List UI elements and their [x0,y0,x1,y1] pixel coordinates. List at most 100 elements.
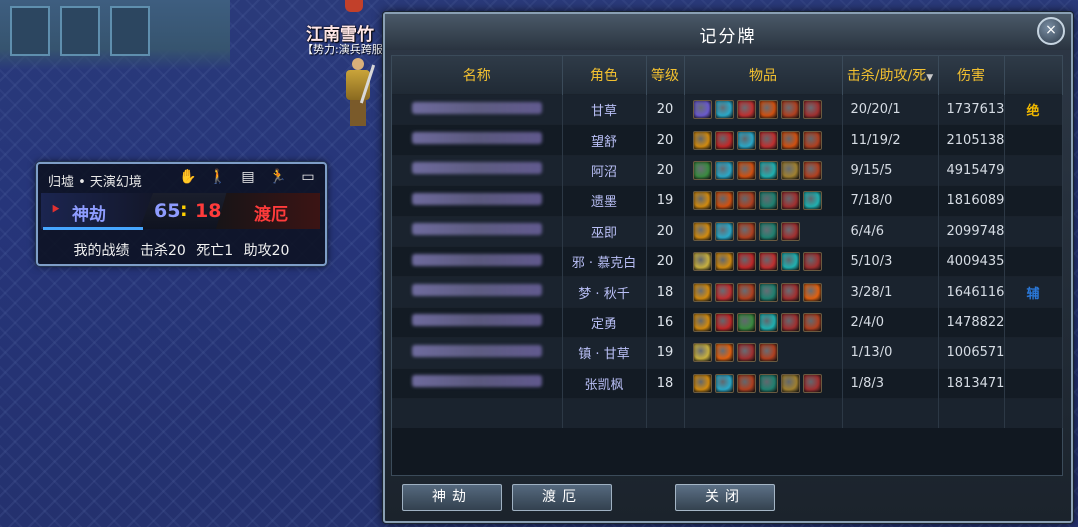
item-icon[interactable] [692,373,712,393]
item-icon[interactable] [802,160,822,180]
table-row[interactable]: 梦 · 秋千 18 3/28/1 1646116 辅 [392,276,1063,308]
role-mark-badge [1004,215,1063,247]
hand-icon[interactable]: ✋ [179,169,197,185]
item-icon[interactable] [758,130,778,150]
table-row[interactable] [392,397,1063,429]
table-row[interactable]: 巫即 20 6/4/6 2099748 [392,215,1063,247]
header-role[interactable]: 角色 [562,56,647,95]
item-icon[interactable] [736,130,756,150]
damage-cell: 2099748 [938,215,1005,247]
item-icon[interactable] [780,373,800,393]
item-icon[interactable] [780,191,800,211]
header-level[interactable]: 等级 [646,56,685,95]
table-row[interactable]: 阿沼 20 9/15/5 4915479 [392,154,1063,186]
item-icon[interactable] [714,221,734,241]
item-icon[interactable] [758,282,778,302]
table-row[interactable]: 定勇 16 2/4/0 1478822 [392,306,1063,338]
items-cell [684,337,843,369]
item-icon[interactable] [714,282,734,302]
item-icon[interactable] [692,130,712,150]
item-icon[interactable] [714,343,734,363]
table-row[interactable]: 甘草 20 20/20/1 1737613 绝 [392,93,1063,125]
header-damage[interactable]: 伤害 [938,56,1005,95]
player-name-cell [392,93,563,125]
item-icon[interactable] [736,282,756,302]
item-icon[interactable] [758,160,778,180]
item-icon[interactable] [714,130,734,150]
item-icon[interactable] [802,100,822,120]
item-icon[interactable] [736,100,756,120]
item-icon[interactable] [758,252,778,272]
item-icon[interactable] [692,160,712,180]
item-icon[interactable] [736,221,756,241]
item-icon[interactable] [758,100,778,120]
item-icon[interactable] [692,221,712,241]
item-icon[interactable] [714,373,734,393]
table-row[interactable]: 遗墨 19 7/18/0 1816089 [392,185,1063,217]
item-icon[interactable] [758,312,778,332]
player-name-cell [392,215,563,247]
item-icon[interactable] [692,252,712,272]
item-icon[interactable] [780,130,800,150]
role-cell: 巫即 [562,215,647,247]
item-icon[interactable] [780,282,800,302]
item-icon[interactable] [758,343,778,363]
person-icon[interactable]: 🚶 [209,169,227,185]
item-icon[interactable] [802,373,822,393]
item-icon[interactable] [736,343,756,363]
item-icon[interactable] [802,252,822,272]
level-cell: 18 [646,367,685,399]
running-icon[interactable]: 🏃 [269,169,287,185]
item-icon[interactable] [714,160,734,180]
header-items[interactable]: 物品 [684,56,843,95]
item-icon[interactable] [692,312,712,332]
sort-down-icon[interactable]: ▼ [926,73,933,83]
kda-cell: 2/4/0 [842,306,939,338]
item-icon[interactable] [802,130,822,150]
level-cell: 16 [646,306,685,338]
item-icon[interactable] [780,160,800,180]
header-name[interactable]: 名称 [392,56,563,95]
minimize-icon[interactable]: ▭ [299,169,317,185]
item-icon[interactable] [692,100,712,120]
item-icon[interactable] [758,373,778,393]
item-icon[interactable] [780,312,800,332]
item-icon[interactable] [736,373,756,393]
close-button[interactable]: 关闭 [675,484,775,511]
table-row[interactable]: 邪 · 慕克白 20 5/10/3 4009435 [392,245,1063,277]
item-icon[interactable] [802,191,822,211]
item-icon[interactable] [692,191,712,211]
item-icon[interactable] [736,312,756,332]
level-cell: 20 [646,124,685,156]
item-icon[interactable] [802,282,822,302]
stats-label: 我的战绩 [73,243,130,259]
item-icon[interactable] [714,100,734,120]
document-icon[interactable]: ▤ [239,169,257,185]
blurred-name [411,192,542,205]
header-kda[interactable]: 击杀/助攻/死▼ [842,56,939,95]
table-row[interactable]: 望舒 20 11/19/2 2105138 [392,124,1063,156]
item-icon[interactable] [714,191,734,211]
item-icon[interactable] [714,312,734,332]
item-icon[interactable] [802,312,822,332]
item-icon[interactable] [736,191,756,211]
item-icon[interactable] [736,252,756,272]
table-row[interactable]: 张凯枫 18 1/8/3 1813471 [392,367,1063,399]
item-icon[interactable] [692,343,712,363]
item-icon[interactable] [736,160,756,180]
player-character[interactable] [344,58,376,128]
item-icon[interactable] [758,221,778,241]
blurred-name [411,344,542,357]
tab-team-b[interactable]: 渡厄 [512,484,612,511]
table-row[interactable]: 镇 · 甘草 19 1/13/0 1006571 [392,337,1063,369]
item-icon[interactable] [780,221,800,241]
kda-cell: 20/20/1 [842,93,939,125]
item-icon[interactable] [714,252,734,272]
item-icon[interactable] [780,100,800,120]
item-icon[interactable] [692,282,712,302]
item-icon[interactable] [758,191,778,211]
item-icon[interactable] [780,252,800,272]
blurred-name [411,375,542,388]
tab-team-a[interactable]: 神劫 [402,484,502,511]
close-icon[interactable]: × [1037,17,1065,45]
